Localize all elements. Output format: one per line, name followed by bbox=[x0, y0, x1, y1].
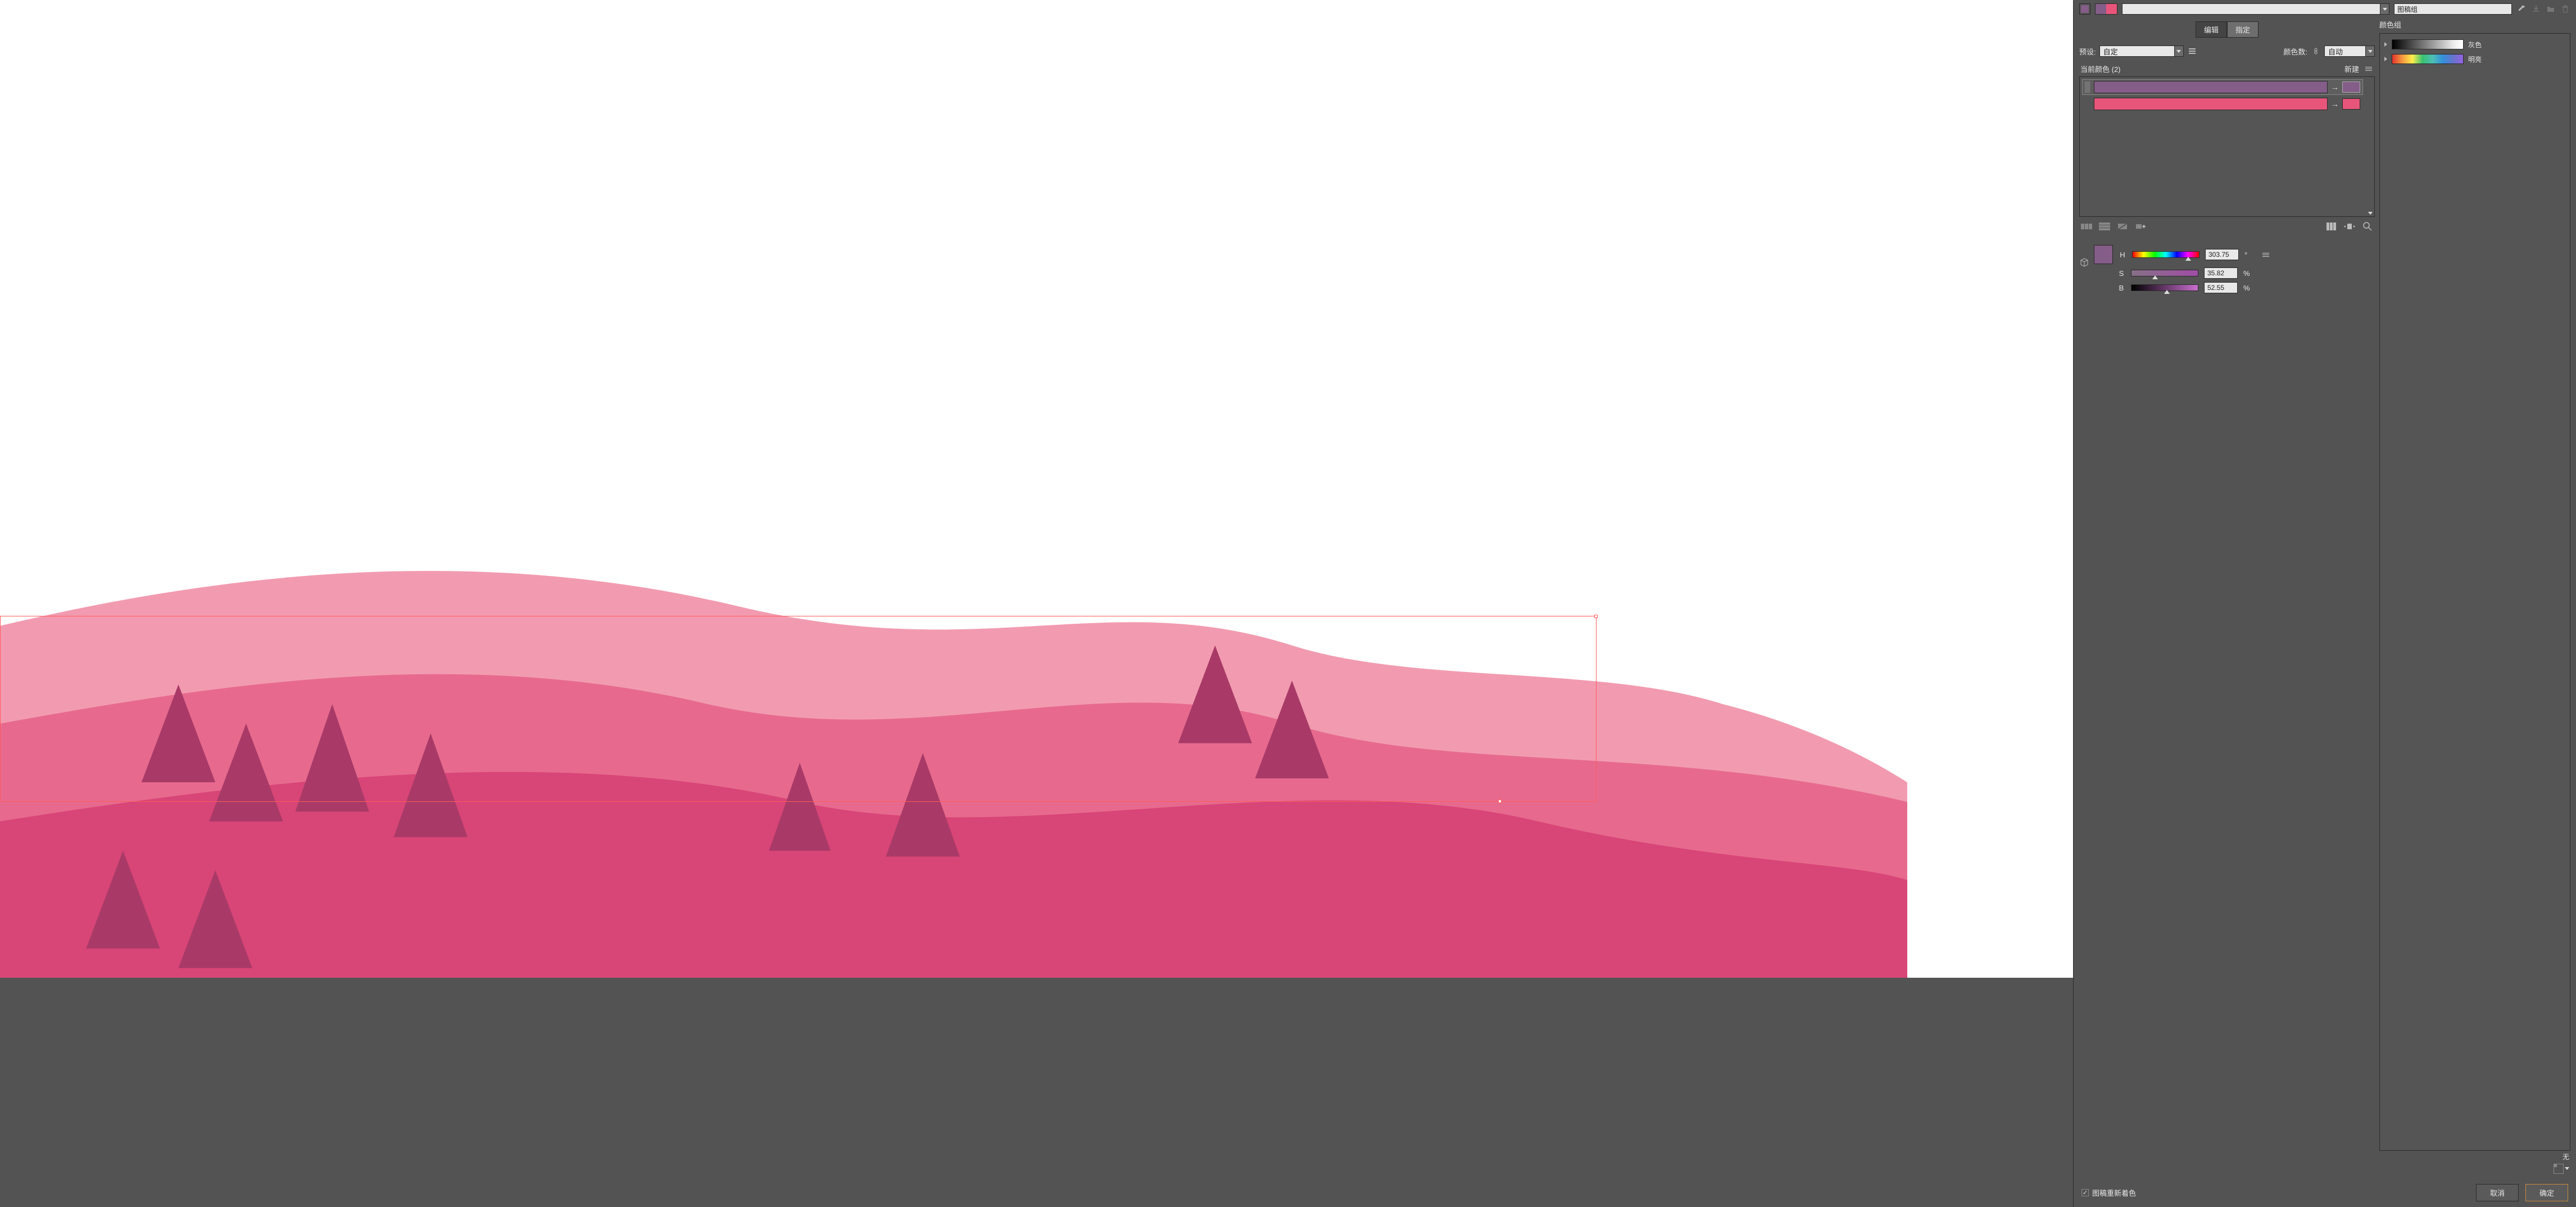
map-arrow-icon: → bbox=[2331, 99, 2339, 108]
arrange-h-icon[interactable] bbox=[2080, 221, 2093, 232]
recolor-checkbox[interactable]: ✓ 图稿重新着色 bbox=[2081, 1187, 2136, 1198]
map-arrow-icon: → bbox=[2331, 83, 2339, 92]
position-grid-icon[interactable] bbox=[2554, 1164, 2564, 1174]
arrange-v-icon[interactable] bbox=[2098, 221, 2111, 232]
new-label: 新建 bbox=[2344, 63, 2359, 74]
group-swatch-strip bbox=[2392, 39, 2464, 49]
dropdown-arrow-icon[interactable] bbox=[2565, 1167, 2569, 1170]
checkmark-icon: ✓ bbox=[2081, 1189, 2089, 1196]
scroll-down-icon[interactable] bbox=[2368, 212, 2373, 215]
bri-label: B bbox=[2117, 284, 2125, 292]
group-name-input[interactable] bbox=[2394, 3, 2512, 15]
preset-long-input[interactable] bbox=[2122, 3, 2389, 15]
color-pair-swatch[interactable] bbox=[2095, 3, 2117, 15]
current-colors-label: 当前颜色 (2) bbox=[2080, 63, 2121, 74]
magnify-icon[interactable] bbox=[2361, 221, 2374, 232]
link-icon[interactable] bbox=[2311, 46, 2321, 56]
group-swatch-strip bbox=[2392, 54, 2464, 64]
hue-unit: ° bbox=[2244, 251, 2247, 259]
cancel-button[interactable]: 取消 bbox=[2476, 1184, 2519, 1201]
bri-input[interactable] bbox=[2204, 282, 2238, 293]
saturation-slider[interactable] bbox=[2131, 270, 2198, 276]
target-color-swatch[interactable] bbox=[2342, 98, 2360, 110]
source-color-bar[interactable] bbox=[2094, 98, 2328, 110]
hue-slider[interactable] bbox=[2132, 251, 2199, 258]
preset-dropdown[interactable]: 自定 bbox=[2099, 46, 2184, 57]
color-groups-header: 颜色组 bbox=[2379, 18, 2570, 33]
sat-label: S bbox=[2117, 269, 2125, 278]
expand-icon[interactable] bbox=[2384, 42, 2387, 47]
canvas-area[interactable] bbox=[0, 0, 2073, 1207]
artboard bbox=[0, 0, 2073, 978]
ok-button[interactable]: 确定 bbox=[2525, 1184, 2568, 1201]
bri-unit: % bbox=[2243, 284, 2250, 292]
tab-assign[interactable]: 指定 bbox=[2227, 21, 2258, 38]
color-row[interactable]: → bbox=[2082, 79, 2363, 95]
expand-h-icon[interactable] bbox=[2343, 221, 2356, 232]
source-color-bar[interactable] bbox=[2094, 81, 2328, 93]
hue-label: H bbox=[2119, 251, 2126, 259]
expand-icon[interactable] bbox=[2384, 57, 2387, 61]
add-icon[interactable] bbox=[2134, 221, 2147, 232]
recolor-panel: 编辑 指定 预设: 自定 颜色数: 自动 bbox=[2073, 0, 2576, 1207]
recolor-checkbox-label: 图稿重新着色 bbox=[2092, 1187, 2136, 1198]
unlink-icon[interactable] bbox=[2116, 221, 2129, 232]
color-group-row[interactable]: 灰色 bbox=[2384, 37, 2565, 52]
trash-icon bbox=[2560, 4, 2570, 14]
folder-icon bbox=[2546, 4, 2556, 14]
group-label: 明亮 bbox=[2468, 55, 2482, 64]
slider-menu-icon[interactable] bbox=[2261, 249, 2271, 260]
brightness-slider[interactable] bbox=[2131, 284, 2198, 291]
sat-unit: % bbox=[2243, 269, 2250, 278]
group-label: 灰色 bbox=[2468, 40, 2482, 49]
download-icon bbox=[2531, 4, 2541, 14]
color-group-row[interactable]: 明亮 bbox=[2384, 52, 2565, 66]
list-icon[interactable] bbox=[2187, 46, 2197, 56]
color-count-label: 颜色数: bbox=[2283, 46, 2307, 57]
artwork-hills bbox=[0, 509, 1907, 978]
color-row[interactable]: → bbox=[2082, 96, 2363, 112]
target-color-swatch[interactable] bbox=[2342, 81, 2360, 93]
preset-label: 预设: bbox=[2079, 46, 2096, 57]
mode-tabs: 编辑 指定 bbox=[2079, 18, 2375, 43]
tab-edit[interactable]: 编辑 bbox=[2196, 21, 2227, 38]
color-groups-list: 灰色 明亮 bbox=[2379, 33, 2570, 1151]
columns-icon[interactable] bbox=[2325, 221, 2338, 232]
color-mapping-list: → → bbox=[2079, 76, 2375, 217]
none-label: 无 bbox=[2563, 1153, 2569, 1161]
color-count-dropdown[interactable]: 自动 bbox=[2324, 46, 2375, 57]
hsb-swatch[interactable] bbox=[2094, 245, 2113, 264]
hue-input[interactable] bbox=[2205, 249, 2239, 260]
menu-icon[interactable] bbox=[2364, 64, 2374, 74]
cube-icon[interactable] bbox=[2079, 257, 2089, 267]
eyedropper-icon[interactable] bbox=[2516, 4, 2527, 14]
drag-grip-icon[interactable] bbox=[2085, 81, 2090, 93]
sat-input[interactable] bbox=[2204, 267, 2238, 279]
active-color-swatch[interactable] bbox=[2079, 3, 2090, 15]
